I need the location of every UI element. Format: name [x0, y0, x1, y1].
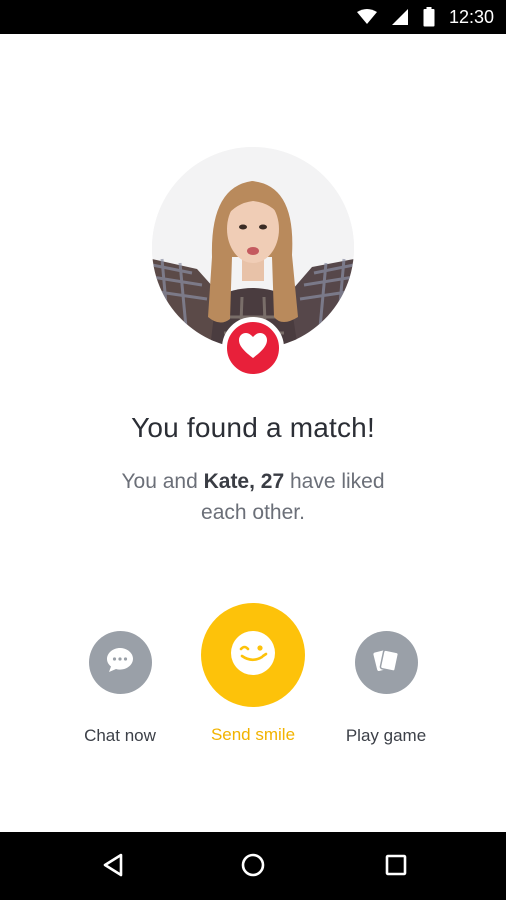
- match-heart-badge: [222, 317, 284, 379]
- heart-icon: [239, 332, 267, 364]
- back-icon: [102, 853, 124, 882]
- home-button[interactable]: [236, 850, 270, 884]
- play-game-button[interactable]: Play game: [336, 631, 436, 746]
- cards-icon: [372, 646, 400, 679]
- chat-bubble-icon: [106, 647, 134, 678]
- chat-button-circle[interactable]: [88, 631, 152, 694]
- smile-button-circle[interactable]: [201, 603, 305, 707]
- status-time: 12:30: [448, 6, 494, 27]
- chat-now-button[interactable]: Chat now: [70, 631, 170, 746]
- play-game-label: Play game: [345, 726, 427, 745]
- back-button[interactable]: [96, 850, 130, 884]
- battery-icon: [423, 7, 435, 27]
- recents-button[interactable]: [379, 850, 413, 884]
- subtitle-prefix: You and: [121, 470, 204, 493]
- recents-icon: [385, 854, 407, 881]
- status-bar: 12:30: [0, 0, 506, 34]
- wink-smile-icon: [230, 630, 276, 681]
- wifi-icon: [356, 9, 377, 25]
- match-subtitle: You and Kate, 27 have liked each other.: [100, 466, 406, 528]
- send-smile-button[interactable]: Send smile: [190, 603, 316, 745]
- match-title: You found a match!: [131, 412, 375, 443]
- system-nav-bar: [0, 832, 506, 900]
- chat-now-label: Chat now: [84, 726, 156, 745]
- match-photo-container: [152, 147, 354, 379]
- signal-icon: [391, 8, 409, 26]
- game-button-circle[interactable]: [354, 631, 418, 694]
- match-name: Kate, 27: [203, 470, 285, 493]
- send-smile-label: Send smile: [210, 725, 296, 744]
- home-icon: [241, 853, 265, 882]
